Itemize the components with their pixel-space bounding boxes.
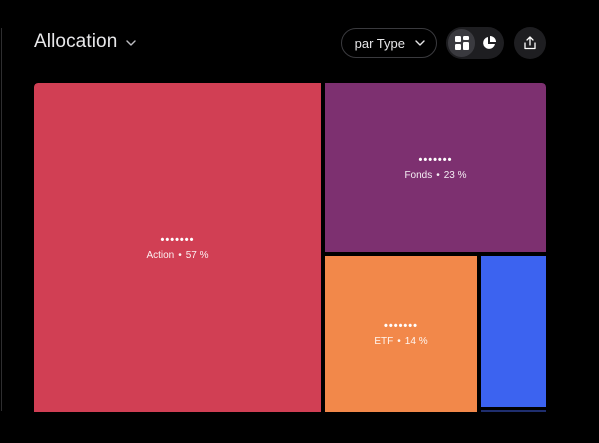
category-name: ETF — [374, 336, 394, 347]
page-title: Allocation — [34, 31, 118, 52]
masked-value: ••••••• — [384, 320, 418, 332]
pie-view-button[interactable] — [475, 29, 502, 57]
allocation-panel: Allocation par Type ••••••• Action • 57 … — [0, 0, 599, 443]
treemap-view-button[interactable] — [448, 29, 475, 57]
treemap-tile-navy[interactable] — [481, 410, 546, 412]
category-percent: 23 % — [443, 169, 467, 181]
tile-label: Action • 57 % — [146, 250, 208, 261]
treemap-tile-action[interactable]: ••••••• Action • 57 % — [34, 83, 321, 412]
chevron-down-icon — [415, 40, 425, 46]
allocation-treemap: ••••••• Action • 57 % ••••••• Fonds • 23 % •… — [34, 83, 546, 412]
masked-value: ••••••• — [160, 233, 195, 246]
grid-icon — [454, 36, 469, 50]
label-separator: • — [397, 336, 401, 347]
allocation-header: Allocation par Type — [34, 27, 546, 59]
tile-label: Fonds • 23 % — [404, 170, 466, 181]
share-icon — [524, 36, 536, 50]
treemap-tile-blue[interactable] — [481, 256, 546, 407]
treemap-tile-etf[interactable]: ••••••• ETF • 14 % — [325, 256, 477, 412]
category-name: Action — [146, 249, 175, 261]
chevron-down-icon — [126, 40, 137, 46]
label-separator: • — [178, 249, 182, 261]
panel-divider — [1, 28, 2, 411]
category-percent: 57 % — [185, 249, 209, 261]
label-separator: • — [436, 169, 440, 181]
share-button[interactable] — [514, 27, 546, 59]
treemap-tile-fonds[interactable]: ••••••• Fonds • 23 % — [325, 83, 546, 252]
masked-value: ••••••• — [418, 153, 453, 166]
header-controls: par Type — [340, 27, 546, 59]
tile-label: ETF • 14 % — [374, 336, 427, 347]
view-toggle — [446, 27, 504, 59]
category-percent: 14 % — [404, 336, 428, 347]
allocation-title-menu[interactable]: Allocation — [34, 31, 137, 53]
group-by-label: par Type — [354, 35, 405, 51]
pie-chart-icon — [482, 36, 496, 49]
group-by-dropdown[interactable]: par Type — [340, 28, 437, 58]
category-name: Fonds — [404, 169, 433, 181]
